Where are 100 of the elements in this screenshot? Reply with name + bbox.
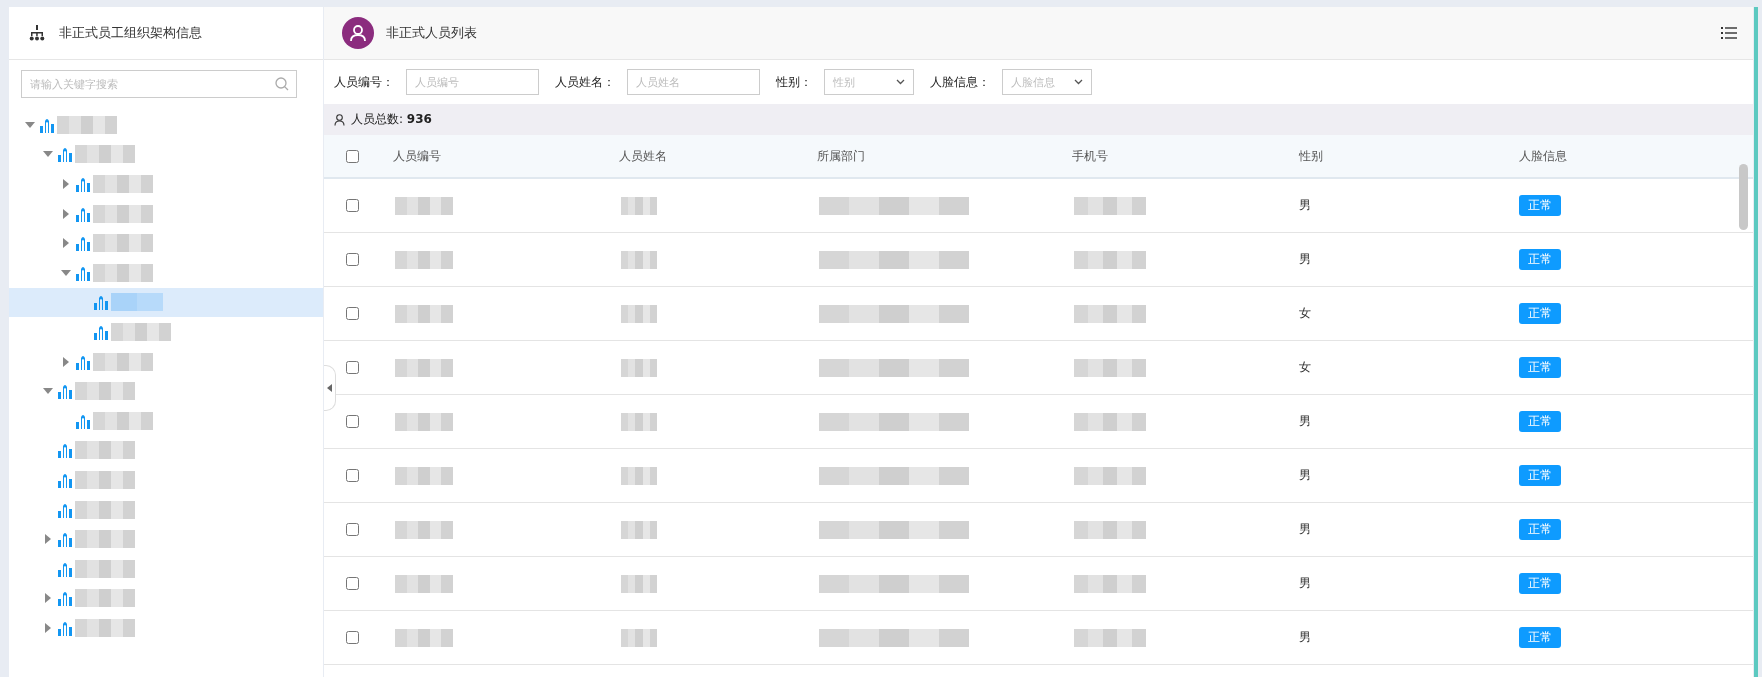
bar-chart-icon bbox=[57, 501, 73, 518]
redacted-text bbox=[75, 500, 135, 519]
caret-right-icon[interactable] bbox=[45, 622, 51, 633]
status-badge: 正常 bbox=[1519, 411, 1561, 432]
column-header: 人脸信息 bbox=[1519, 147, 1567, 165]
redacted-text bbox=[1074, 412, 1146, 431]
column-header: 性别 bbox=[1298, 147, 1324, 165]
caret-down-icon[interactable] bbox=[43, 388, 53, 395]
bar-chart-icon bbox=[75, 235, 91, 252]
filter-label: 人员编号： bbox=[334, 73, 394, 91]
person-icon bbox=[334, 113, 345, 126]
filter-label: 人员姓名： bbox=[555, 73, 615, 91]
search-icon[interactable] bbox=[275, 77, 289, 91]
redacted-text bbox=[621, 628, 657, 647]
bar-chart-icon bbox=[57, 471, 73, 488]
row-checkbox[interactable] bbox=[345, 577, 359, 590]
bar-chart-icon bbox=[57, 590, 73, 607]
redacted-text bbox=[93, 204, 153, 223]
row-checkbox[interactable] bbox=[345, 199, 359, 212]
bar-chart-icon bbox=[57, 560, 73, 577]
column-header: 所属部门 bbox=[816, 147, 866, 165]
redacted-text bbox=[57, 115, 117, 134]
bar-chart-icon bbox=[93, 323, 109, 340]
redacted-text bbox=[75, 382, 135, 401]
redacted-text bbox=[395, 412, 453, 431]
row-checkbox[interactable] bbox=[345, 523, 359, 536]
redacted-text bbox=[621, 196, 657, 215]
filter-label: 人脸信息： bbox=[930, 73, 990, 91]
redacted-text bbox=[111, 293, 163, 312]
input-field[interactable]: 人员姓名 bbox=[627, 69, 760, 95]
row-checkbox[interactable] bbox=[345, 253, 359, 266]
search-field[interactable]: 请输入关键字搜索 bbox=[21, 70, 297, 98]
bar-chart-icon bbox=[39, 116, 55, 133]
caret-right-icon[interactable] bbox=[63, 238, 69, 249]
caret-right-icon[interactable] bbox=[63, 356, 69, 367]
redacted-text bbox=[1074, 520, 1146, 539]
redacted-text bbox=[75, 559, 135, 578]
dropdown-field[interactable]: 人脸信息 bbox=[1002, 69, 1092, 95]
redacted-text bbox=[621, 574, 657, 593]
bar-chart-icon bbox=[75, 205, 91, 222]
caret-down-icon[interactable] bbox=[25, 121, 35, 128]
scrollbar[interactable] bbox=[1739, 164, 1748, 230]
status-badge: 正常 bbox=[1519, 249, 1561, 270]
redacted-text bbox=[395, 466, 453, 485]
bar-chart-icon bbox=[57, 531, 73, 548]
redacted-text bbox=[395, 250, 453, 269]
redacted-text bbox=[75, 470, 135, 489]
redacted-text bbox=[395, 196, 453, 215]
status-badge: 正常 bbox=[1519, 573, 1561, 594]
redacted-text bbox=[75, 618, 135, 637]
row-checkbox[interactable] bbox=[345, 307, 359, 320]
table-cell-text: 男 bbox=[1298, 251, 1312, 268]
bar-chart-icon bbox=[93, 294, 109, 311]
menu-icon[interactable] bbox=[1721, 26, 1737, 40]
bar-chart-icon bbox=[57, 146, 73, 163]
chevron-down-icon bbox=[1074, 79, 1083, 85]
row-checkbox[interactable] bbox=[345, 361, 359, 374]
row-checkbox[interactable] bbox=[345, 631, 359, 644]
redacted-text bbox=[621, 304, 657, 323]
collapse-handle[interactable] bbox=[324, 365, 336, 411]
redacted-text bbox=[395, 574, 453, 593]
bar-chart-icon bbox=[75, 353, 91, 370]
row-checkbox[interactable] bbox=[345, 415, 359, 428]
redacted-text bbox=[1074, 628, 1146, 647]
redacted-text bbox=[93, 175, 153, 193]
caret-right-icon[interactable] bbox=[45, 593, 51, 604]
table-cell-text: 男 bbox=[1298, 575, 1312, 592]
caret-down-icon[interactable] bbox=[61, 269, 71, 276]
bar-chart-icon bbox=[57, 442, 73, 459]
row-checkbox[interactable] bbox=[345, 469, 359, 482]
bar-chart-icon bbox=[75, 412, 91, 429]
redacted-text bbox=[621, 520, 657, 539]
org-chart-icon bbox=[29, 25, 45, 41]
caret-down-icon[interactable] bbox=[43, 151, 53, 158]
table-cell-text: 男 bbox=[1298, 413, 1312, 430]
caret-right-icon[interactable] bbox=[63, 208, 69, 219]
column-header: 人员姓名 bbox=[618, 147, 668, 165]
table-cell-text: 男 bbox=[1298, 197, 1312, 214]
status-badge: 正常 bbox=[1519, 303, 1561, 324]
status-badge: 正常 bbox=[1519, 627, 1561, 648]
redacted-text bbox=[1074, 196, 1146, 215]
panel-title: 非正式员工组织架构信息 bbox=[59, 24, 202, 42]
redacted-text bbox=[621, 466, 657, 485]
caret-right-icon[interactable] bbox=[63, 179, 69, 189]
select-all-checkbox[interactable] bbox=[345, 149, 359, 163]
redacted-text bbox=[621, 358, 657, 377]
table-cell-text: 男 bbox=[1298, 467, 1312, 484]
bar-chart-icon bbox=[75, 176, 91, 192]
status-badge: 正常 bbox=[1519, 357, 1561, 378]
redacted-text bbox=[1074, 304, 1146, 323]
redacted-text bbox=[395, 358, 453, 377]
redacted-text bbox=[395, 628, 453, 647]
redacted-text bbox=[1074, 358, 1146, 377]
redacted-text bbox=[621, 250, 657, 269]
redacted-text bbox=[75, 530, 135, 549]
table-cell-text: 女 bbox=[1298, 359, 1312, 376]
redacted-text bbox=[75, 145, 135, 164]
panel-title: 非正式人员列表 bbox=[386, 24, 477, 42]
caret-right-icon[interactable] bbox=[45, 534, 51, 545]
column-header: 手机号 bbox=[1071, 147, 1109, 165]
